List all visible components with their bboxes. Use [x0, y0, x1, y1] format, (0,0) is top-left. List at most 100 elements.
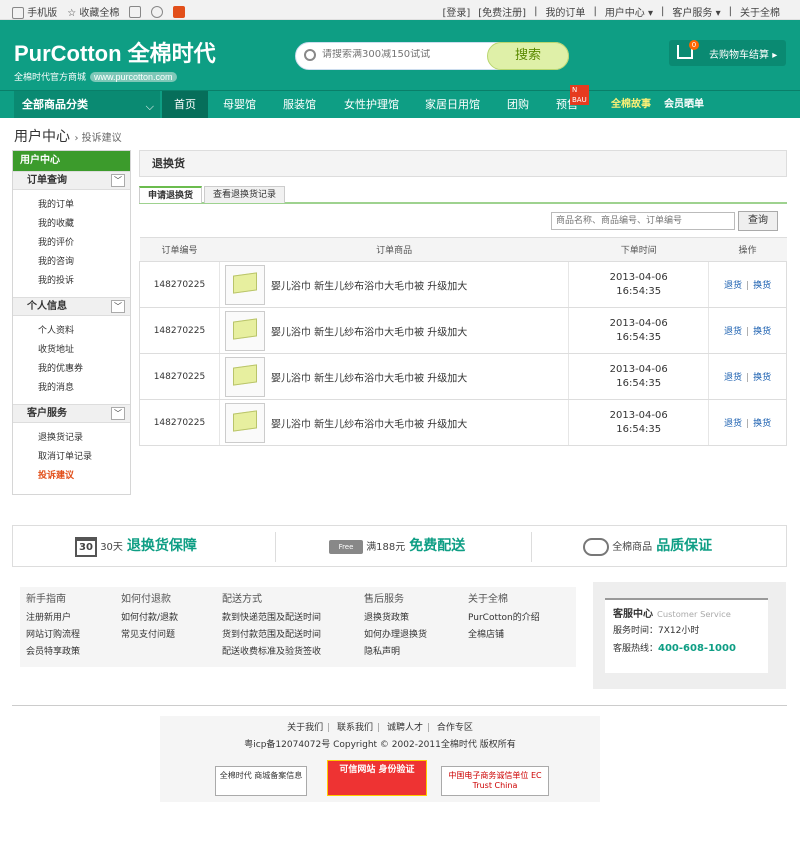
- wechat-icon[interactable]: [151, 5, 164, 18]
- footer-link[interactable]: 注册新用户: [26, 610, 80, 627]
- chevron-right-icon: ▸: [772, 50, 778, 61]
- exchange-link[interactable]: 换货: [753, 327, 771, 337]
- all-categories-menu[interactable]: 全部商品分类 ⌵: [14, 91, 160, 118]
- sidebar-item-complaints[interactable]: 我的投诉: [38, 272, 130, 291]
- footer-about-link[interactable]: 关于我们: [287, 723, 323, 733]
- exchange-link[interactable]: 换货: [753, 373, 771, 383]
- footer-link[interactable]: 全棉店铺: [468, 627, 540, 644]
- product-thumbnail[interactable]: [224, 264, 265, 305]
- exchange-link[interactable]: 换货: [753, 281, 771, 291]
- nav-item-home-goods[interactable]: 家居日用馆: [425, 91, 480, 118]
- product-thumbnail[interactable]: [224, 402, 265, 443]
- footer-link[interactable]: 退换货政策: [364, 610, 427, 627]
- favorite-link[interactable]: ☆ 收藏全棉: [67, 4, 119, 19]
- login-link[interactable]: [登录]: [442, 4, 470, 19]
- query-button[interactable]: 查询: [738, 211, 778, 231]
- return-link[interactable]: 退货: [724, 327, 742, 337]
- qr-code-icon[interactable]: [129, 5, 142, 18]
- footer-link[interactable]: 会员特享政策: [26, 644, 80, 661]
- search-button[interactable]: 搜索: [487, 42, 569, 70]
- about-link[interactable]: 关于全棉: [740, 4, 780, 19]
- sidebar-item-address[interactable]: 收货地址: [38, 341, 130, 360]
- nav-item-group-buy[interactable]: 团购: [507, 91, 529, 118]
- exchange-link[interactable]: 换货: [753, 419, 771, 429]
- order-date: 2013-04-06: [609, 409, 668, 421]
- footer-link[interactable]: 如何办理退换货: [364, 627, 427, 644]
- sidebar-item-inquiries[interactable]: 我的咨询: [38, 253, 130, 272]
- product-name[interactable]: 婴儿浴巾 新生儿纱布浴巾大毛巾被 升级加大: [271, 327, 467, 338]
- product-name[interactable]: 婴儿浴巾 新生儿纱布浴巾大毛巾被 升级加大: [271, 373, 467, 384]
- return-link[interactable]: 退货: [724, 281, 742, 291]
- weibo-icon[interactable]: [173, 5, 186, 18]
- col-order-id: 订单编号: [139, 237, 220, 262]
- sidebar-group-profile[interactable]: 个人信息 ﹀: [13, 297, 130, 316]
- sidebar-item-messages[interactable]: 我的消息: [38, 379, 130, 398]
- sidebar-item-favorites[interactable]: 我的收藏: [38, 215, 130, 234]
- cert-trusted-site[interactable]: 可信网站 身份验证: [327, 760, 427, 796]
- sidebar-item-return-records[interactable]: 退换货记录: [38, 429, 130, 448]
- nav-item-story[interactable]: 全棉故事: [611, 91, 651, 118]
- my-orders-link[interactable]: 我的订单: [545, 4, 585, 19]
- cert-ec-trust[interactable]: 中国电子商务诚信单位 EC Trust China: [441, 766, 549, 796]
- nav-item-apparel[interactable]: 服装馆: [283, 91, 316, 118]
- footer-link[interactable]: 隐私声明: [364, 644, 427, 661]
- sidebar-group-service[interactable]: 客户服务 ﹀: [13, 404, 130, 423]
- customer-service-link[interactable]: 客户服务 ▾: [672, 4, 720, 19]
- collapse-icon[interactable]: ﹀: [111, 407, 125, 420]
- user-center-link[interactable]: 用户中心 ▾: [605, 4, 653, 19]
- logo[interactable]: PurCotton 全棉时代 全棉时代官方商城 www.purcotton.com: [14, 36, 216, 83]
- footer-link[interactable]: PurCotton的介绍: [468, 610, 540, 627]
- product-name[interactable]: 婴儿浴巾 新生儿纱布浴巾大毛巾被 升级加大: [271, 419, 467, 430]
- footer-link[interactable]: 款到快递范围及配送时间: [222, 610, 321, 627]
- guarantee-strong: 品质保证: [656, 538, 713, 554]
- sidebar-item-profile[interactable]: 个人资料: [38, 322, 130, 341]
- footer-column-title: 配送方式: [222, 594, 262, 605]
- footer-link[interactable]: 货到付款范围及配送时间: [222, 627, 321, 644]
- footer-link[interactable]: 网站订购流程: [26, 627, 80, 644]
- table-row: 148270225 婴儿浴巾 新生儿纱布浴巾大毛巾被 升级加大 2013-04-…: [139, 399, 787, 446]
- cert-filing[interactable]: 全棉时代 商城备案信息: [215, 766, 307, 796]
- collapse-icon[interactable]: ﹀: [111, 300, 125, 313]
- footer-contact-link[interactable]: 联系我们: [337, 723, 373, 733]
- tab-apply-return[interactable]: 申请退换货: [139, 186, 203, 203]
- divider: [531, 532, 532, 562]
- nav-item-feminine[interactable]: 女性护理馆: [344, 91, 399, 118]
- product-thumbnail[interactable]: [224, 356, 265, 397]
- sidebar-item-coupons[interactable]: 我的优惠券: [38, 360, 130, 379]
- divider: |: [377, 723, 381, 733]
- divider: |: [327, 723, 331, 733]
- sidebar-item-my-orders[interactable]: 我的订单: [38, 196, 130, 215]
- sidebar-item-suggestions[interactable]: 投诉建议: [38, 467, 130, 486]
- col-order-time: 下单时间: [568, 237, 709, 262]
- logo-tagline: 全棉时代官方商城: [14, 72, 87, 82]
- cart-count-badge: 0: [689, 40, 699, 50]
- nav-item-presale[interactable]: 预售 N BAU: [556, 85, 589, 118]
- tab-return-records[interactable]: 查看退换货记录: [204, 186, 286, 203]
- return-link[interactable]: 退货: [724, 373, 742, 383]
- order-search-input[interactable]: [551, 212, 735, 230]
- sidebar-item-reviews[interactable]: 我的评价: [38, 234, 130, 253]
- search-input[interactable]: [322, 49, 482, 60]
- sidebar-group-orders[interactable]: 订单查询 ﹀: [13, 171, 130, 190]
- product-name[interactable]: 婴儿浴巾 新生儿纱布浴巾大毛巾被 升级加大: [271, 281, 467, 292]
- star-icon: ☆: [67, 8, 77, 19]
- footer-careers-link[interactable]: 诚聘人才: [387, 723, 423, 733]
- breadcrumb: 用户中心 › 投诉建议: [14, 126, 122, 146]
- product-thumbnail[interactable]: [224, 310, 265, 351]
- return-link[interactable]: 退货: [724, 419, 742, 429]
- footer-link[interactable]: 如何付款/退款: [121, 610, 178, 627]
- collapse-icon[interactable]: ﹀: [111, 174, 125, 187]
- cart-button[interactable]: 0 去购物车结算 ▸: [669, 40, 786, 66]
- sidebar-item-cancel-records[interactable]: 取消订单记录: [38, 448, 130, 467]
- nav-item-home[interactable]: 首页: [162, 91, 208, 118]
- nav-item-baby[interactable]: 母婴馆: [223, 91, 256, 118]
- footer-partner-link[interactable]: 合作专区: [437, 723, 473, 733]
- mobile-link[interactable]: 手机版: [12, 4, 57, 19]
- footer-column-title: 关于全棉: [468, 594, 508, 605]
- footer-link[interactable]: 配送收费标准及验货签收: [222, 644, 321, 661]
- register-link[interactable]: [免费注册]: [478, 4, 526, 19]
- certificates: 全棉时代 商城备案信息 可信网站 身份验证 中国电子商务诚信单位 EC Trus…: [215, 760, 555, 800]
- footer-link[interactable]: 常见支付问题: [121, 627, 178, 644]
- nav-item-showcase[interactable]: 会员晒单: [664, 91, 704, 118]
- orders-table: 订单编号 订单商品 下单时间 操作 148270225 婴儿浴巾 新生儿纱布浴巾…: [139, 237, 787, 446]
